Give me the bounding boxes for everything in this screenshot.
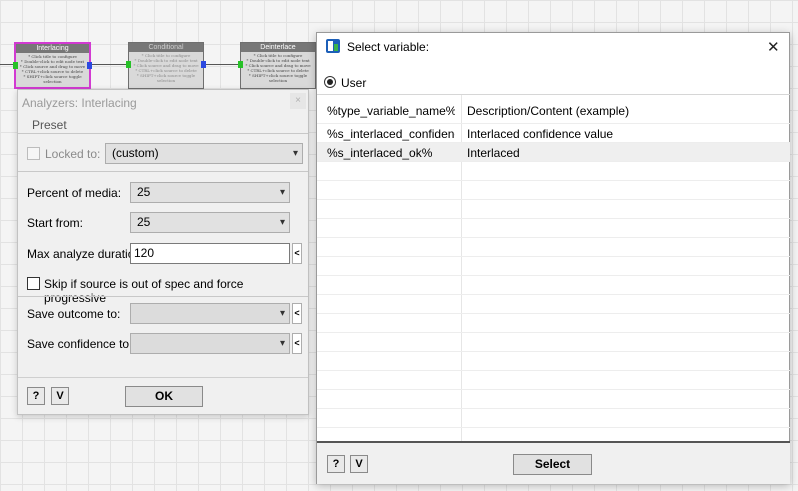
save-outcome-select[interactable]: ▾ (130, 303, 290, 324)
save-confidence-select[interactable]: ▾ (130, 333, 290, 354)
analyzer-dialog: Analyzers: Interlacing × Preset Locked t… (17, 89, 309, 415)
column-header-name: %type_variable_name% (327, 104, 455, 118)
close-icon[interactable]: × (290, 93, 306, 109)
help-button[interactable]: ? (327, 455, 345, 473)
max-analyze-duration-input[interactable]: 120 (130, 243, 290, 264)
app-icon (326, 39, 340, 53)
node-title[interactable]: Interlacing (16, 44, 89, 53)
empty-row (317, 181, 790, 200)
select-button[interactable]: Select (513, 454, 592, 475)
user-radio-label: User (341, 76, 367, 90)
variable-name: %s_interlaced_confidence% (327, 127, 455, 141)
empty-row (317, 162, 790, 181)
node-interlacing[interactable]: Interlacing * Click title to configure *… (13, 42, 92, 89)
wire (92, 64, 128, 65)
empty-row (317, 295, 790, 314)
empty-row (317, 314, 790, 333)
node-title[interactable]: Deinterlace (241, 43, 315, 52)
input-port[interactable] (126, 61, 131, 68)
empty-row (317, 238, 790, 257)
node-text: * Click title to configure * Double-clic… (245, 53, 311, 83)
dialog-title: Select variable: (347, 40, 430, 54)
variable-description: Interlaced (467, 146, 520, 160)
dialog-footer: ? V OK (18, 377, 308, 414)
node-title[interactable]: Conditional (129, 43, 203, 52)
table-header: %type_variable_name% Description/Content… (317, 95, 790, 124)
variable-picker-button[interactable]: < (292, 303, 302, 324)
divider (18, 171, 308, 172)
variable-picker-button[interactable]: < (292, 243, 302, 264)
empty-row (317, 200, 790, 219)
node-text: * Click title to configure * Double-clic… (19, 54, 86, 84)
table-row[interactable]: %s_interlaced_ok% Interlaced (317, 143, 790, 162)
empty-row (317, 352, 790, 371)
empty-row (317, 371, 790, 390)
select-variable-dialog: Select variable: ✕ User %type_variable_n… (316, 32, 790, 484)
divider (18, 133, 308, 134)
empty-row (317, 257, 790, 276)
empty-row (317, 276, 790, 295)
variable-description: Interlaced confidence value (467, 127, 614, 141)
skip-out-of-spec-label: Skip if source is out of spec and force … (44, 277, 244, 305)
node-text: * Click title to configure * Double-clic… (133, 53, 199, 83)
wire (205, 64, 240, 65)
help-button[interactable]: ? (27, 387, 45, 405)
percent-of-media-label: Percent of media: (27, 186, 122, 200)
start-from-label: Start from: (27, 216, 84, 230)
node-conditional[interactable]: Conditional * Click title to configure *… (126, 42, 206, 89)
selected-value: 25 (137, 185, 151, 199)
empty-row (317, 409, 790, 428)
chevron-down-icon: ▾ (279, 308, 285, 319)
start-from-select[interactable]: 25 ▾ (130, 212, 290, 233)
preset-tab[interactable]: Preset (32, 118, 67, 132)
dialog-title: Analyzers: Interlacing (22, 96, 137, 110)
save-outcome-label: Save outcome to: (27, 307, 121, 321)
input-port[interactable] (13, 62, 18, 69)
dialog-footer: ? V Select (317, 443, 790, 484)
output-port[interactable] (87, 62, 92, 69)
input-port[interactable] (238, 61, 243, 68)
ok-button[interactable]: OK (125, 386, 203, 407)
table-row[interactable]: %s_interlaced_confidence% Interlaced con… (317, 124, 790, 143)
empty-row (317, 333, 790, 352)
selected-value: (custom) (112, 146, 159, 160)
max-analyze-duration-label: Max analyze duration: (27, 247, 145, 261)
percent-of-media-select[interactable]: 25 ▾ (130, 182, 290, 203)
variable-picker-button[interactable]: < (292, 333, 302, 354)
chevron-down-icon: ▾ (292, 148, 298, 159)
wire (0, 64, 14, 65)
locked-to-checkbox[interactable] (27, 147, 40, 160)
selected-value: 25 (137, 215, 151, 229)
chevron-down-icon: ▾ (279, 217, 285, 228)
chevron-down-icon: ▾ (279, 338, 285, 349)
variable-name: %s_interlaced_ok% (327, 146, 433, 160)
column-header-description: Description/Content (example) (467, 104, 630, 118)
empty-row (317, 390, 790, 409)
skip-out-of-spec-checkbox[interactable] (27, 277, 40, 290)
output-port[interactable] (201, 61, 206, 68)
locked-to-label: Locked to: (45, 147, 101, 161)
v-button[interactable]: V (51, 387, 69, 405)
close-icon[interactable]: ✕ (767, 38, 780, 56)
v-button[interactable]: V (350, 455, 368, 473)
chevron-down-icon: ▾ (279, 187, 285, 198)
variable-table: %type_variable_name% Description/Content… (317, 94, 790, 442)
locked-to-select[interactable]: (custom) ▾ (105, 143, 303, 164)
node-deinterlace[interactable]: Deinterlace * Click title to configure *… (238, 42, 316, 89)
save-confidence-label: Save confidence to: (27, 337, 133, 351)
divider (18, 296, 308, 297)
empty-row (317, 219, 790, 238)
user-radio[interactable] (324, 76, 336, 88)
